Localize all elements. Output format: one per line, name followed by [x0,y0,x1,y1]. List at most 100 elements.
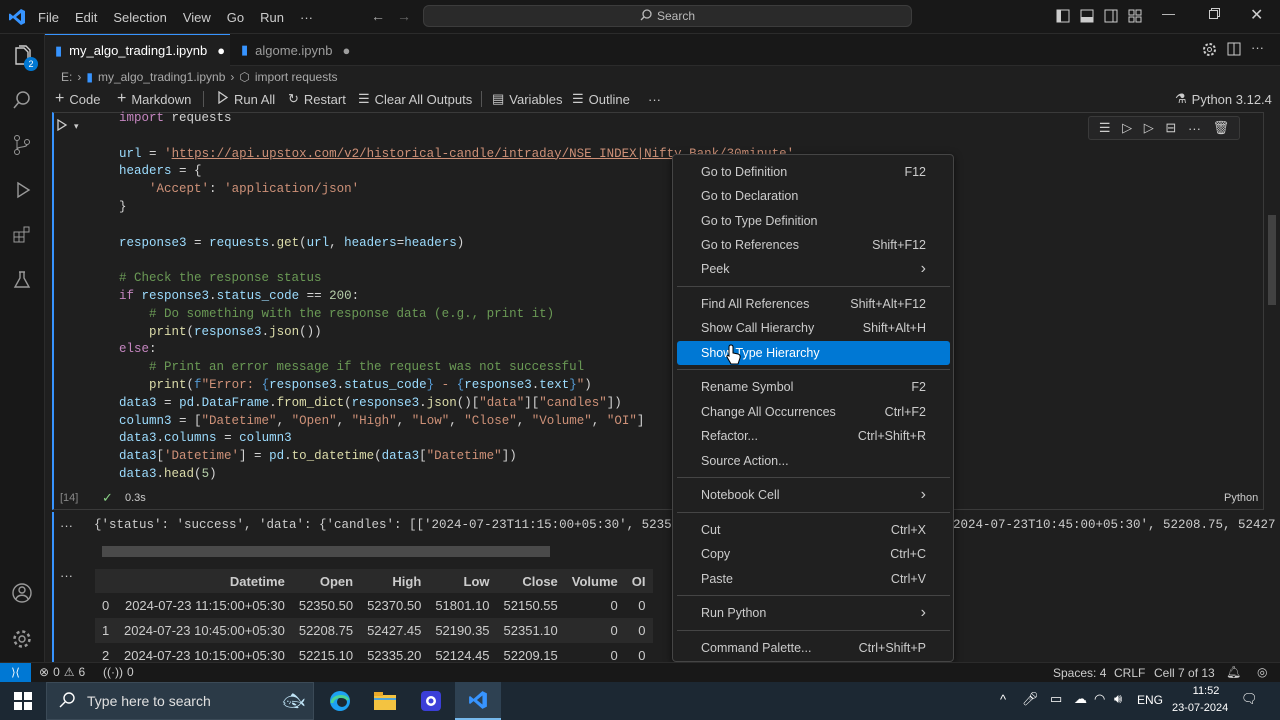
source-control-icon[interactable] [8,131,36,159]
output-horizontal-scrollbar[interactable] [102,546,550,557]
outline-button[interactable]: ☰ Outline [572,88,630,110]
taskbar-search-box[interactable]: Type here to search 🐟︎ [46,682,314,720]
copilot-icon[interactable]: ◎ [1257,665,1267,679]
cloud-icon[interactable]: ☁ [1074,691,1087,707]
add-markdown-button[interactable]: + Markdown [117,88,191,110]
toggle-primary-sidebar-icon[interactable] [1056,9,1070,26]
menu-selection[interactable]: Selection [105,10,174,25]
menu-item-notebook-cell[interactable]: Notebook Cell › [677,483,950,507]
menu-go[interactable]: Go [219,10,252,25]
show-hidden-icons-chevron[interactable]: ^ [1000,692,1006,707]
menu-edit[interactable]: Edit [67,10,105,25]
close-window-icon[interactable]: ✕ [1250,5,1263,25]
menu-item-run-python[interactable]: Run Python › [677,601,950,625]
menu-item-paste[interactable]: Paste Ctrl+V [677,567,950,591]
menu-item-copy[interactable]: Copy Ctrl+C [677,542,950,566]
search-sidebar-icon[interactable] [8,86,36,114]
microphone-icon[interactable]: 🎤︎ [1022,691,1039,707]
cell-language[interactable]: Python [1224,492,1258,504]
toggle-panel-icon[interactable] [1080,9,1094,26]
menu-item-go-to-type-definition[interactable]: Go to Type Definition [677,209,950,233]
breadcrumb-file[interactable]: my_algo_trading1.ipynb [98,70,225,84]
delete-cell-icon[interactable]: 🗑 [1213,120,1230,136]
menu-item-go-to-declaration[interactable]: Go to Declaration [677,184,950,208]
battery-icon[interactable]: ▭ [1050,691,1062,707]
back-arrow-icon[interactable]: ← [371,8,385,24]
menu-item-go-to-references[interactable]: Go to References Shift+F12 [677,233,950,257]
menu-item-command-palette[interactable]: Command Palette... Ctrl+Shift+P [677,636,950,660]
menu-file[interactable]: File [30,10,67,25]
tab-algome[interactable]: ▮ algome.ipynb ● [231,34,366,66]
restore-icon[interactable] [1209,7,1220,22]
clock-date[interactable]: 23-07-2024 [1172,702,1228,714]
menu-item-go-to-definition[interactable]: Go to Definition F12 [677,160,950,184]
kernel-picker[interactable]: ⚗ Python 3.12.4 [1175,88,1272,110]
menu-more[interactable]: ··· [292,10,321,25]
menu-item-source-action[interactable]: Source Action... [677,449,950,473]
vertical-scrollbar[interactable] [1268,215,1276,305]
menu-item-refactor[interactable]: Refactor... Ctrl+Shift+R [677,424,950,448]
menu-view[interactable]: View [175,10,219,25]
bell-icon[interactable]: 🔔︎ [1226,665,1241,679]
eol-status[interactable]: CRLF [1114,666,1145,680]
run-cell-icon[interactable] [56,118,68,134]
customize-layout-icon[interactable] [1128,9,1142,26]
problems-indicator[interactable]: ⊗ 0 ⚠ 6 [39,665,85,679]
output-more-icon[interactable]: ··· [60,518,73,533]
execute-above-icon[interactable]: ▷ [1122,120,1132,136]
output-more-icon[interactable]: ··· [60,568,73,583]
restart-button[interactable]: ↻ Restart [288,88,346,110]
run-by-line-icon[interactable]: ☰ [1099,120,1111,136]
menu-item-rename-symbol[interactable]: Rename Symbol F2 [677,375,950,399]
toggle-secondary-sidebar-icon[interactable] [1104,9,1118,26]
remote-indicator[interactable]: ⟩⟨ [0,663,31,682]
execute-below-icon[interactable]: ▷ [1144,120,1154,136]
notifications-icon[interactable]: 🗨︎ [1241,691,1258,707]
split-cell-icon[interactable]: ⊟ [1165,120,1176,136]
clear-outputs-button[interactable]: ☰ Clear All Outputs [358,88,472,110]
run-debug-icon[interactable] [8,176,36,204]
menu-item-find-all-references[interactable]: Find All References Shift+Alt+F12 [677,292,950,316]
menu-item-show-type-hierarchy[interactable]: Show Type Hierarchy [677,341,950,365]
menu-item-show-call-hierarchy[interactable]: Show Call Hierarchy Shift+Alt+H [677,316,950,340]
extensions-icon[interactable] [8,221,36,249]
toolbar-more-button[interactable]: ··· [648,88,661,110]
cell-more-icon[interactable]: ··· [1188,121,1201,136]
menu-item-cut[interactable]: Cut Ctrl+X [677,518,950,542]
breadcrumb-symbol[interactable]: import requests [255,70,338,84]
app-icon[interactable] [408,682,454,720]
vscode-taskbar-icon[interactable] [455,682,501,720]
ports-indicator[interactable]: ((·)) 0 [103,665,134,679]
explorer-icon[interactable]: 2 [8,42,38,71]
tab-my-algo-trading[interactable]: ▮ my_algo_trading1.ipynb ● [45,34,230,66]
more-actions-icon[interactable]: ··· [1251,40,1264,55]
breadcrumb-drive[interactable]: E: [61,70,72,84]
indentation-status[interactable]: Spaces: 4 [1053,666,1106,680]
menu-item-change-all-occurrences[interactable]: Change All Occurrences Ctrl+F2 [677,400,950,424]
run-all-button[interactable]: Run All [216,88,275,110]
split-editor-icon[interactable] [1227,42,1242,60]
edge-browser-icon[interactable] [317,682,363,720]
input-language[interactable]: ENG [1137,693,1163,707]
menu-item-peek[interactable]: Peek › [677,257,950,281]
variables-button[interactable]: ▤ Variables [492,88,563,110]
menu-run[interactable]: Run [252,10,292,25]
gear-icon[interactable] [1202,42,1217,60]
unsaved-dot-icon[interactable]: ● [217,43,225,58]
account-icon[interactable] [8,579,36,607]
add-code-button[interactable]: + Code [55,88,100,110]
minimize-icon[interactable]: — [1162,6,1175,21]
wifi-icon[interactable]: ◠ [1094,691,1105,707]
forward-arrow-icon[interactable]: → [397,8,411,24]
settings-gear-icon[interactable] [8,625,36,653]
windows-start-icon[interactable] [0,682,46,720]
cell-position-status[interactable]: Cell 7 of 13 [1154,666,1215,680]
command-center-search[interactable]: Search [423,5,912,27]
chevron-down-icon[interactable]: ▾ [74,121,79,132]
clock-time[interactable]: 11:52 [1181,685,1231,697]
table-cell: 0 [624,618,653,643]
file-explorer-icon[interactable] [362,682,408,720]
volume-icon[interactable]: 🔊︎ [1114,691,1122,707]
unsaved-dot-icon[interactable]: ● [342,43,350,58]
testing-flask-icon[interactable] [8,266,36,294]
